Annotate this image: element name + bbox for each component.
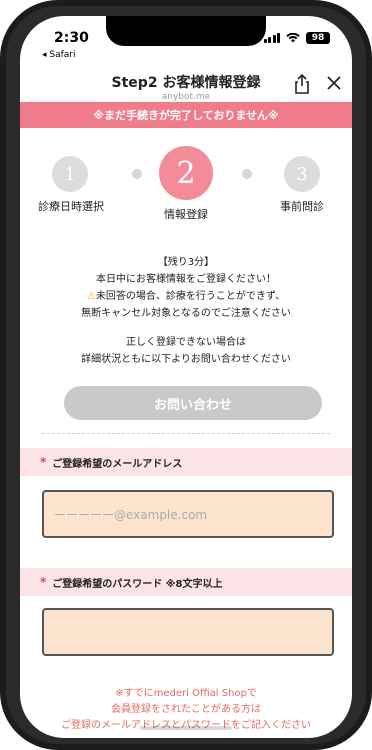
signal-icon: [263, 33, 280, 43]
step-2: 2 情報登録: [154, 146, 218, 222]
close-icon[interactable]: [326, 75, 342, 91]
notice-line: 正しく登録できない場合は: [126, 337, 246, 348]
dashed-divider: [42, 433, 330, 434]
step-1: 1 診療日時選択: [38, 156, 104, 214]
home-indicator: [140, 726, 232, 730]
phone-frame: 2:30 ◂ Safari 98 Step2 お客様情報登録 anybot.me: [0, 0, 372, 750]
notice-line: 無断キャンセル対象となるのでご注意ください: [81, 308, 291, 319]
step-3: 3 事前問診: [270, 156, 334, 214]
notice-line: ⚠未回答の場合、診療を行うことができず、: [86, 291, 286, 302]
password-field[interactable]: [42, 608, 334, 656]
status-time: 2:30: [54, 30, 89, 46]
back-to-safari-link[interactable]: ◂ Safari: [42, 50, 76, 60]
camera-notch: [106, 16, 266, 46]
wifi-icon: [286, 33, 300, 43]
required-mark: *: [40, 575, 47, 589]
step-3-label: 事前問診: [280, 200, 324, 213]
password-section-header: * ご登録希望のパスワード ※8文字以上: [20, 568, 352, 596]
remaining-time-notice: 【残り3分】 本日中にお客様情報をご登録ください！ ⚠未回答の場合、診療を行うこ…: [20, 254, 352, 322]
required-mark: *: [40, 455, 47, 469]
step-progress: 1 診療日時選択 2 情報登録 3 事前問診: [20, 146, 352, 236]
share-icon[interactable]: [293, 74, 311, 94]
warning-icon: ⚠: [86, 291, 96, 302]
password-label: ご登録希望のパスワード ※8文字以上: [52, 578, 223, 590]
battery-icon: 98: [306, 32, 330, 44]
note-line: 会員登録をされたことがある方は: [111, 704, 261, 715]
step-separator-dot: [242, 169, 252, 179]
email-label: ご登録希望のメールアドレス: [52, 458, 183, 470]
incomplete-warning-banner: ※まだ手続きが完了しておりません※: [20, 102, 352, 128]
screen: 2:30 ◂ Safari 98 Step2 お客様情報登録 anybot.me: [20, 16, 352, 738]
step-separator-dot: [132, 169, 142, 179]
note-line: ※すでにmederi Offial Shopで: [115, 688, 257, 699]
help-notice: 正しく登録できない場合は 詳細状況ともに以下よりお問い合わせください: [20, 334, 352, 368]
notice-line: 詳細状況ともに以下よりお問い合わせください: [81, 354, 291, 365]
inquiry-button[interactable]: お問い合わせ: [64, 386, 322, 420]
email-field[interactable]: ーーーーー@example.com: [42, 490, 334, 538]
step-1-circle: 1: [52, 156, 88, 192]
step-3-circle: 3: [284, 156, 320, 192]
step-1-label: 診療日時選択: [38, 200, 104, 213]
step-2-label: 情報登録: [164, 208, 208, 221]
status-icons: 98: [263, 32, 330, 44]
notice-line: 本日中にお客様情報をご登録ください！: [96, 274, 276, 285]
step-2-circle: 2: [159, 146, 213, 200]
phone-bezel: 2:30 ◂ Safari 98 Step2 お客様情報登録 anybot.me: [6, 6, 366, 744]
email-section-header: * ご登録希望のメールアドレス: [20, 448, 352, 476]
notice-line: 【残り3分】: [157, 257, 215, 268]
